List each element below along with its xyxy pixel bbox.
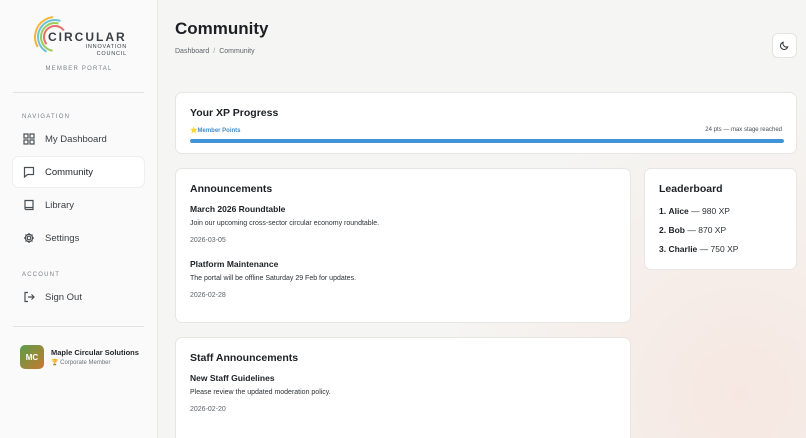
chat-icon xyxy=(23,166,35,178)
sidebar-divider xyxy=(13,92,144,93)
logo-sub-line-1: INNOVATION xyxy=(85,44,127,50)
theme-toggle-button[interactable] xyxy=(772,33,797,58)
leaderboard-rank: 1. xyxy=(659,206,667,216)
leaderboard-rank: 2. xyxy=(659,225,667,235)
logo-wordmark: CIRCULAR xyxy=(48,30,127,44)
sidebar-item-library[interactable]: Library xyxy=(13,190,144,220)
trophy-icon: 🏆 xyxy=(51,360,61,366)
sign-out-button[interactable]: Sign Out xyxy=(13,282,144,312)
logo-sub-line-2: COUNCIL xyxy=(96,51,127,57)
xp-progress-bar xyxy=(190,139,784,143)
sidebar-item-my-dashboard[interactable]: My Dashboard xyxy=(13,124,144,154)
grid-icon xyxy=(23,133,35,145)
sidebar: CIRCULAR INNOVATION COUNCIL MEMBER PORTA… xyxy=(0,0,158,438)
breadcrumb-current: Community xyxy=(219,48,255,55)
announcement-title[interactable]: Platform Maintenance xyxy=(190,259,278,269)
staff-announcement-body: Please review the updated moderation pol… xyxy=(190,389,331,396)
leaderboard-score: — 750 XP xyxy=(699,244,739,254)
sidebar-item-label: Settings xyxy=(45,232,80,244)
member-points-label: ⭐Member Points xyxy=(190,127,241,134)
org-tier-label: Corporate Member xyxy=(60,360,111,366)
page-title: Community xyxy=(175,19,269,38)
member-points-text: Member Points xyxy=(197,128,241,134)
xp-status-text: 24 pts — max stage reached xyxy=(705,127,782,133)
announcement-date: 2026-03-05 xyxy=(190,237,226,244)
announcement-body: Join our upcoming cross-sector circular … xyxy=(190,220,380,227)
staff-announcement-title[interactable]: New Staff Guidelines xyxy=(190,373,275,383)
avatar: MC xyxy=(20,345,44,369)
sidebar-item-label: My Dashboard xyxy=(45,133,107,145)
announcements-card: Announcements March 2026 Roundtable Join… xyxy=(175,168,631,323)
org-profile[interactable]: MC Maple Circular Solutions 🏆 Corporate … xyxy=(20,345,139,369)
leaderboard-row: 1. Alice — 980 XP xyxy=(659,206,730,216)
circular-logo[interactable]: CIRCULAR INNOVATION COUNCIL xyxy=(32,14,132,60)
leaderboard-score: — 980 XP xyxy=(691,206,730,216)
staff-announcements-card: Staff Announcements New Staff Guidelines… xyxy=(175,337,631,438)
announcement-body: The portal will be offline Saturday 29 F… xyxy=(190,275,357,282)
navigation-section-label: NAVIGATION xyxy=(22,114,71,120)
leaderboard-card: Leaderboard 1. Alice — 980 XP 2. Bob — 8… xyxy=(644,168,797,270)
sign-out-label: Sign Out xyxy=(45,291,82,303)
leaderboard-rank: 3. xyxy=(659,244,667,254)
sign-out-icon xyxy=(24,291,35,303)
sidebar-item-settings[interactable]: Settings xyxy=(13,223,144,253)
announcement-title[interactable]: March 2026 Roundtable xyxy=(190,204,285,214)
announcements-title: Announcements xyxy=(190,183,273,195)
leaderboard-name: Charlie xyxy=(668,244,698,254)
org-tier: 🏆 Corporate Member xyxy=(51,359,139,366)
sidebar-divider xyxy=(13,326,144,327)
breadcrumb: Dashboard / Community xyxy=(175,48,255,55)
account-section-label: ACCOUNT xyxy=(22,272,61,278)
sidebar-item-label: Library xyxy=(45,199,75,211)
leaderboard-name: Alice xyxy=(668,206,689,216)
leaderboard-score: — 870 XP xyxy=(687,225,727,235)
leaderboard-row: 2. Bob — 870 XP xyxy=(659,225,726,235)
gear-icon xyxy=(24,233,34,243)
leaderboard-title: Leaderboard xyxy=(659,183,723,195)
leaderboard-row: 3. Charlie — 750 XP xyxy=(659,244,738,254)
org-name: Maple Circular Solutions xyxy=(51,348,139,357)
leaderboard-name: Bob xyxy=(668,225,685,235)
xp-progress-fill xyxy=(190,139,784,143)
xp-card-title: Your XP Progress xyxy=(190,107,279,119)
moon-icon xyxy=(780,41,789,50)
xp-progress-card: Your XP Progress ⭐Member Points 24 pts —… xyxy=(175,92,797,154)
announcement-date: 2026-02-28 xyxy=(190,292,226,299)
portal-label: MEMBER PORTAL xyxy=(45,66,113,72)
breadcrumb-dashboard[interactable]: Dashboard xyxy=(175,48,209,55)
staff-announcements-title: Staff Announcements xyxy=(190,352,299,364)
sidebar-item-label: Community xyxy=(45,166,94,178)
main-content: Community Dashboard / Community Your XP Pr… xyxy=(158,0,806,438)
book-icon xyxy=(24,199,34,211)
logo-subtitle: INNOVATION COUNCIL xyxy=(81,44,127,58)
sidebar-item-community[interactable]: Community xyxy=(13,157,144,187)
breadcrumb-separator: / xyxy=(213,48,216,55)
staff-announcement-date: 2026-02-20 xyxy=(190,406,226,413)
